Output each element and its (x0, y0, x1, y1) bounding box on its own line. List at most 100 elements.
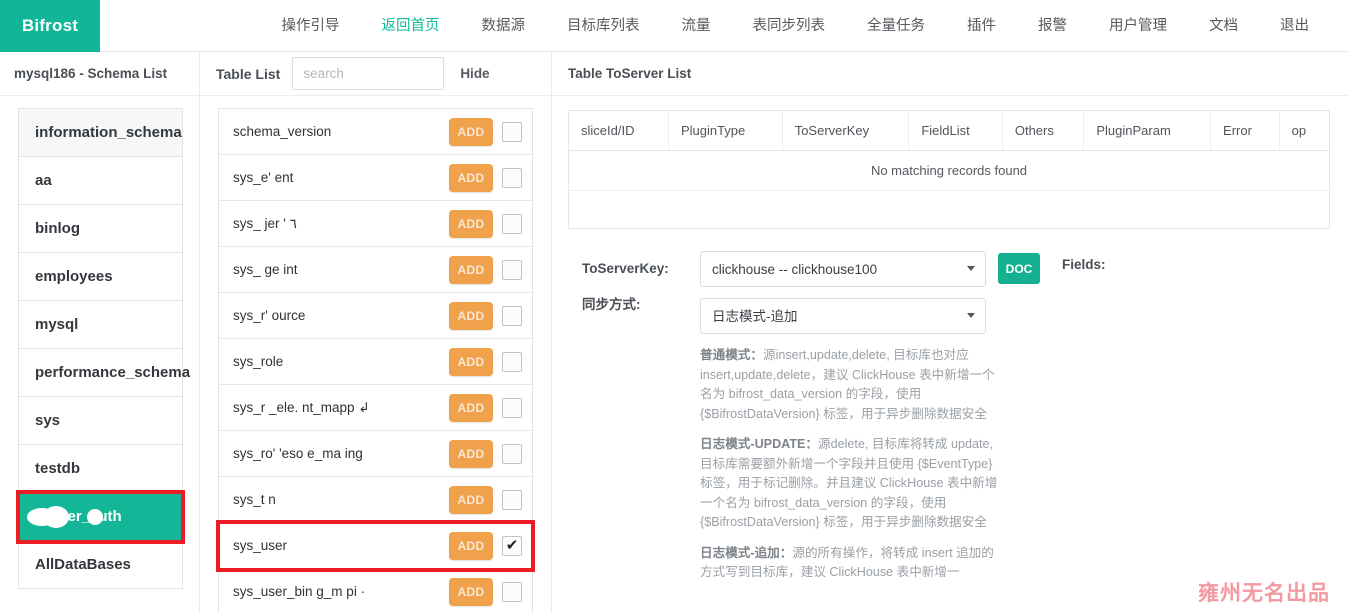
toserver-panel: Table ToServer List sliceId/ID PluginTyp… (552, 52, 1348, 613)
add-button[interactable]: ADD (449, 439, 493, 468)
table-name: sys_ro' 'eso e_ma ing (233, 446, 363, 461)
row-checkbox[interactable]: ✔ (502, 397, 522, 418)
table-name: sys_ jer ' ٦ (233, 215, 297, 231)
table-list: schema_version ADD ✔ sys_e' ent ADD ✔ sy… (216, 108, 535, 613)
table-row[interactable]: sys_r' ource ADD ✔ (219, 293, 532, 339)
schema-item-sys[interactable]: sys (19, 397, 182, 445)
table-name: sys_t n (233, 492, 276, 507)
table-row[interactable]: sys_role ADD ✔ (219, 339, 532, 385)
table-row[interactable]: sys_e' ent ADD ✔ (219, 155, 532, 201)
nav-item-user-mgmt[interactable]: 用户管理 (1088, 0, 1188, 52)
row-checkbox[interactable]: ✔ (502, 351, 522, 372)
schema-item-mysql[interactable]: mysql (19, 301, 182, 349)
col-plugintype: PluginType (668, 110, 783, 151)
col-others: Others (1002, 110, 1085, 151)
schema-item-aa[interactable]: aa (19, 157, 182, 205)
col-fieldlist: FieldList (908, 110, 1003, 151)
table-list-header: Table List Hide (200, 52, 551, 96)
table-name: sys_ ge int (233, 262, 298, 277)
table-row[interactable]: sys_user_bin g_m pi · ADD ✔ (219, 569, 532, 613)
table-pad-row (569, 191, 1330, 229)
table-list-body: schema_version ADD ✔ sys_e' ent ADD ✔ sy… (200, 96, 551, 613)
nav-item-full-task[interactable]: 全量任务 (846, 0, 946, 52)
syncmode-select-wrap: 日志模式-追加 (700, 298, 986, 334)
row-checkbox[interactable]: ✔ (502, 443, 522, 464)
schema-list-title: mysql186 - Schema List (0, 52, 199, 96)
add-button[interactable]: ADD (449, 255, 493, 284)
nav-item-table-sync[interactable]: 表同步列表 (732, 0, 847, 52)
col-op: op (1279, 110, 1330, 151)
table-row[interactable]: sys_r _ele. nt_mapp ↲ ADD ✔ (219, 385, 532, 431)
redaction-blob (43, 506, 69, 528)
table-header-row: sliceId/ID PluginType ToServerKey FieldL… (568, 110, 1330, 151)
schema-item-binlog[interactable]: binlog (19, 205, 182, 253)
search-input[interactable] (292, 57, 445, 90)
brand-logo[interactable]: Bifrost (0, 0, 100, 52)
table-row[interactable]: sys_ ge int ADD ✔ (219, 247, 532, 293)
add-button[interactable]: ADD (449, 485, 493, 514)
table-name: sys_r _ele. nt_mapp ↲ (233, 399, 370, 415)
redaction-blob (87, 509, 103, 525)
row-checkbox[interactable]: ✔ (502, 581, 522, 602)
add-button[interactable]: ADD (449, 347, 493, 376)
table-row[interactable]: sys_ jer ' ٦ ADD ✔ (219, 201, 532, 247)
nav-item-alarm[interactable]: 报警 (1017, 0, 1088, 52)
nav-item-datasource[interactable]: 数据源 (461, 0, 547, 52)
table-pad-cell (569, 191, 1330, 229)
table-row[interactable]: sys_t n ADD ✔ (219, 477, 532, 523)
nav-item-target-db[interactable]: 目标库列表 (546, 0, 661, 52)
top-navigation-bar: Bifrost 操作引导 返回首页 数据源 目标库列表 流量 表同步列表 全量任… (0, 0, 1348, 52)
help-paragraph-log-update: 日志模式-UPDATE：源delete, 目标库将转成 update, 目标库需… (700, 435, 1000, 533)
table-row-sys-user[interactable]: sys_user ADD ✔ (216, 520, 535, 572)
nav-item-docs[interactable]: 文档 (1188, 0, 1259, 52)
table-name: sys_r' ource (233, 308, 306, 323)
table-row[interactable]: schema_version ADD ✔ (219, 109, 532, 155)
add-button[interactable]: ADD (449, 209, 493, 238)
row-checkbox[interactable]: ✔ (502, 259, 522, 280)
add-button[interactable]: ADD (449, 393, 493, 422)
add-button[interactable]: ADD (449, 163, 493, 192)
schema-list-body: information_schema aa binlog employees m… (0, 96, 199, 589)
schema-item-testdb[interactable]: testdb (19, 445, 182, 493)
nav-item-logout[interactable]: 退出 (1259, 0, 1330, 52)
table-name: sys_user_bin g_m pi · (233, 584, 366, 599)
schema-item-ranger-auth[interactable]: ranger_auth (16, 490, 185, 544)
nav-item-guide[interactable]: 操作引导 (261, 0, 361, 52)
row-checkbox[interactable]: ✔ (502, 213, 522, 234)
syncmode-select[interactable]: 日志模式-追加 (700, 298, 986, 334)
nav-item-plugin[interactable]: 插件 (946, 0, 1017, 52)
schema-item-information-schema[interactable]: information_schema (19, 109, 182, 157)
row-checkbox[interactable]: ✔ (502, 167, 522, 188)
nav-item-traffic[interactable]: 流量 (661, 0, 732, 52)
main-columns: mysql186 - Schema List information_schem… (0, 52, 1348, 613)
table-name: schema_version (233, 124, 332, 139)
schema-item-alldatabases[interactable]: AllDataBases (19, 541, 182, 589)
row-checkbox[interactable]: ✔ (502, 489, 522, 510)
add-button[interactable]: ADD (449, 531, 493, 560)
toserver-table: sliceId/ID PluginType ToServerKey FieldL… (568, 110, 1330, 229)
row-checkbox[interactable]: ✔ (502, 121, 522, 142)
table-list-title: Table List (216, 65, 281, 82)
schema-list-panel: mysql186 - Schema List information_schem… (0, 52, 200, 613)
table-row[interactable]: sys_ro' 'eso e_ma ing ADD ✔ (219, 431, 532, 477)
nav-items: 操作引导 返回首页 数据源 目标库列表 流量 表同步列表 全量任务 插件 报警 … (100, 0, 1348, 51)
nav-item-home[interactable]: 返回首页 (361, 0, 461, 52)
help-title: 日志模式-追加： (700, 545, 793, 560)
hide-button[interactable]: Hide (456, 66, 489, 81)
table-list-panel: Table List Hide schema_version ADD ✔ sys… (200, 52, 552, 613)
add-button[interactable]: ADD (449, 117, 493, 146)
toserver-title: Table ToServer List (552, 52, 1348, 96)
col-pluginparam: PluginParam (1083, 110, 1212, 151)
row-checkbox[interactable]: ✔ (502, 305, 522, 326)
schema-item-performance-schema[interactable]: performance_schema (19, 349, 190, 397)
help-paragraph-log-append: 日志模式-追加：源的所有操作，将转成 insert 追加的方式写到目标库，建议 … (700, 544, 1000, 583)
doc-button[interactable]: DOC (998, 253, 1040, 284)
toserverkey-select[interactable]: clickhouse -- clickhouse100 (700, 251, 986, 287)
row-checkbox-checked[interactable]: ✔ (502, 535, 522, 556)
schema-item-employees[interactable]: employees (19, 253, 182, 301)
add-button[interactable]: ADD (449, 301, 493, 330)
add-button[interactable]: ADD (449, 577, 493, 606)
sync-mode-help-text: 普通模式：源insert,update,delete, 目标库也对应 inser… (700, 346, 1000, 583)
toserverkey-label: ToServerKey: (582, 261, 669, 276)
toserver-body: sliceId/ID PluginType ToServerKey FieldL… (552, 96, 1348, 594)
